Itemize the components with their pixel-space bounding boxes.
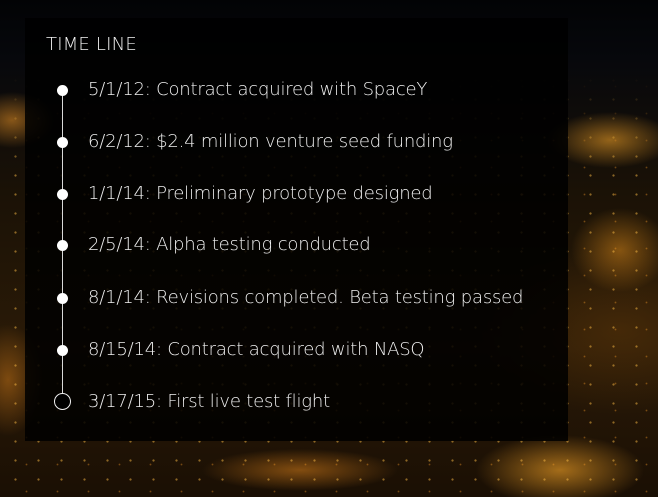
timeline-item-label: 1/1/14: Preliminary prototype designed (88, 183, 433, 204)
timeline-item-label: 2/5/14: Alpha testing conducted (88, 234, 371, 255)
timeline-dot-icon (57, 137, 68, 148)
timeline-item-label: 8/15/14: Contract acquired with NASQ (88, 339, 425, 360)
timeline-item-label: 8/1/14: Revisions completed. Beta testin… (88, 287, 524, 308)
timeline-dot-icon (57, 189, 68, 200)
timeline-item: 6/2/12: $2.4 million venture seed fundin… (25, 131, 555, 155)
timeline-item: 3/17/15: First live test flight (25, 391, 555, 415)
timeline-item: 2/5/14: Alpha testing conducted (25, 234, 555, 258)
timeline-dot-icon (57, 345, 68, 356)
timeline-item: 5/1/12: Contract acquired with SpaceY (25, 79, 555, 103)
timeline-item-label: 5/1/12: Contract acquired with SpaceY (88, 79, 428, 100)
night-earth-background: TIME LINE 5/1/12: Contract acquired with… (0, 0, 658, 497)
timeline-panel: TIME LINE 5/1/12: Contract acquired with… (25, 18, 568, 441)
timeline-item: 1/1/14: Preliminary prototype designed (25, 183, 555, 207)
timeline-item: 8/1/14: Revisions completed. Beta testin… (25, 287, 555, 311)
timeline-item-label: 3/17/15: First live test flight (88, 391, 330, 412)
timeline-item-label: 6/2/12: $2.4 million venture seed fundin… (88, 131, 453, 152)
timeline-item: 8/15/14: Contract acquired with NASQ (25, 339, 555, 363)
timeline-dot-icon (57, 240, 68, 251)
timeline-dot-icon (57, 293, 68, 304)
timeline-end-circle-icon (54, 393, 71, 410)
timeline-dot-icon (57, 85, 68, 96)
timeline-title: TIME LINE (46, 34, 137, 55)
